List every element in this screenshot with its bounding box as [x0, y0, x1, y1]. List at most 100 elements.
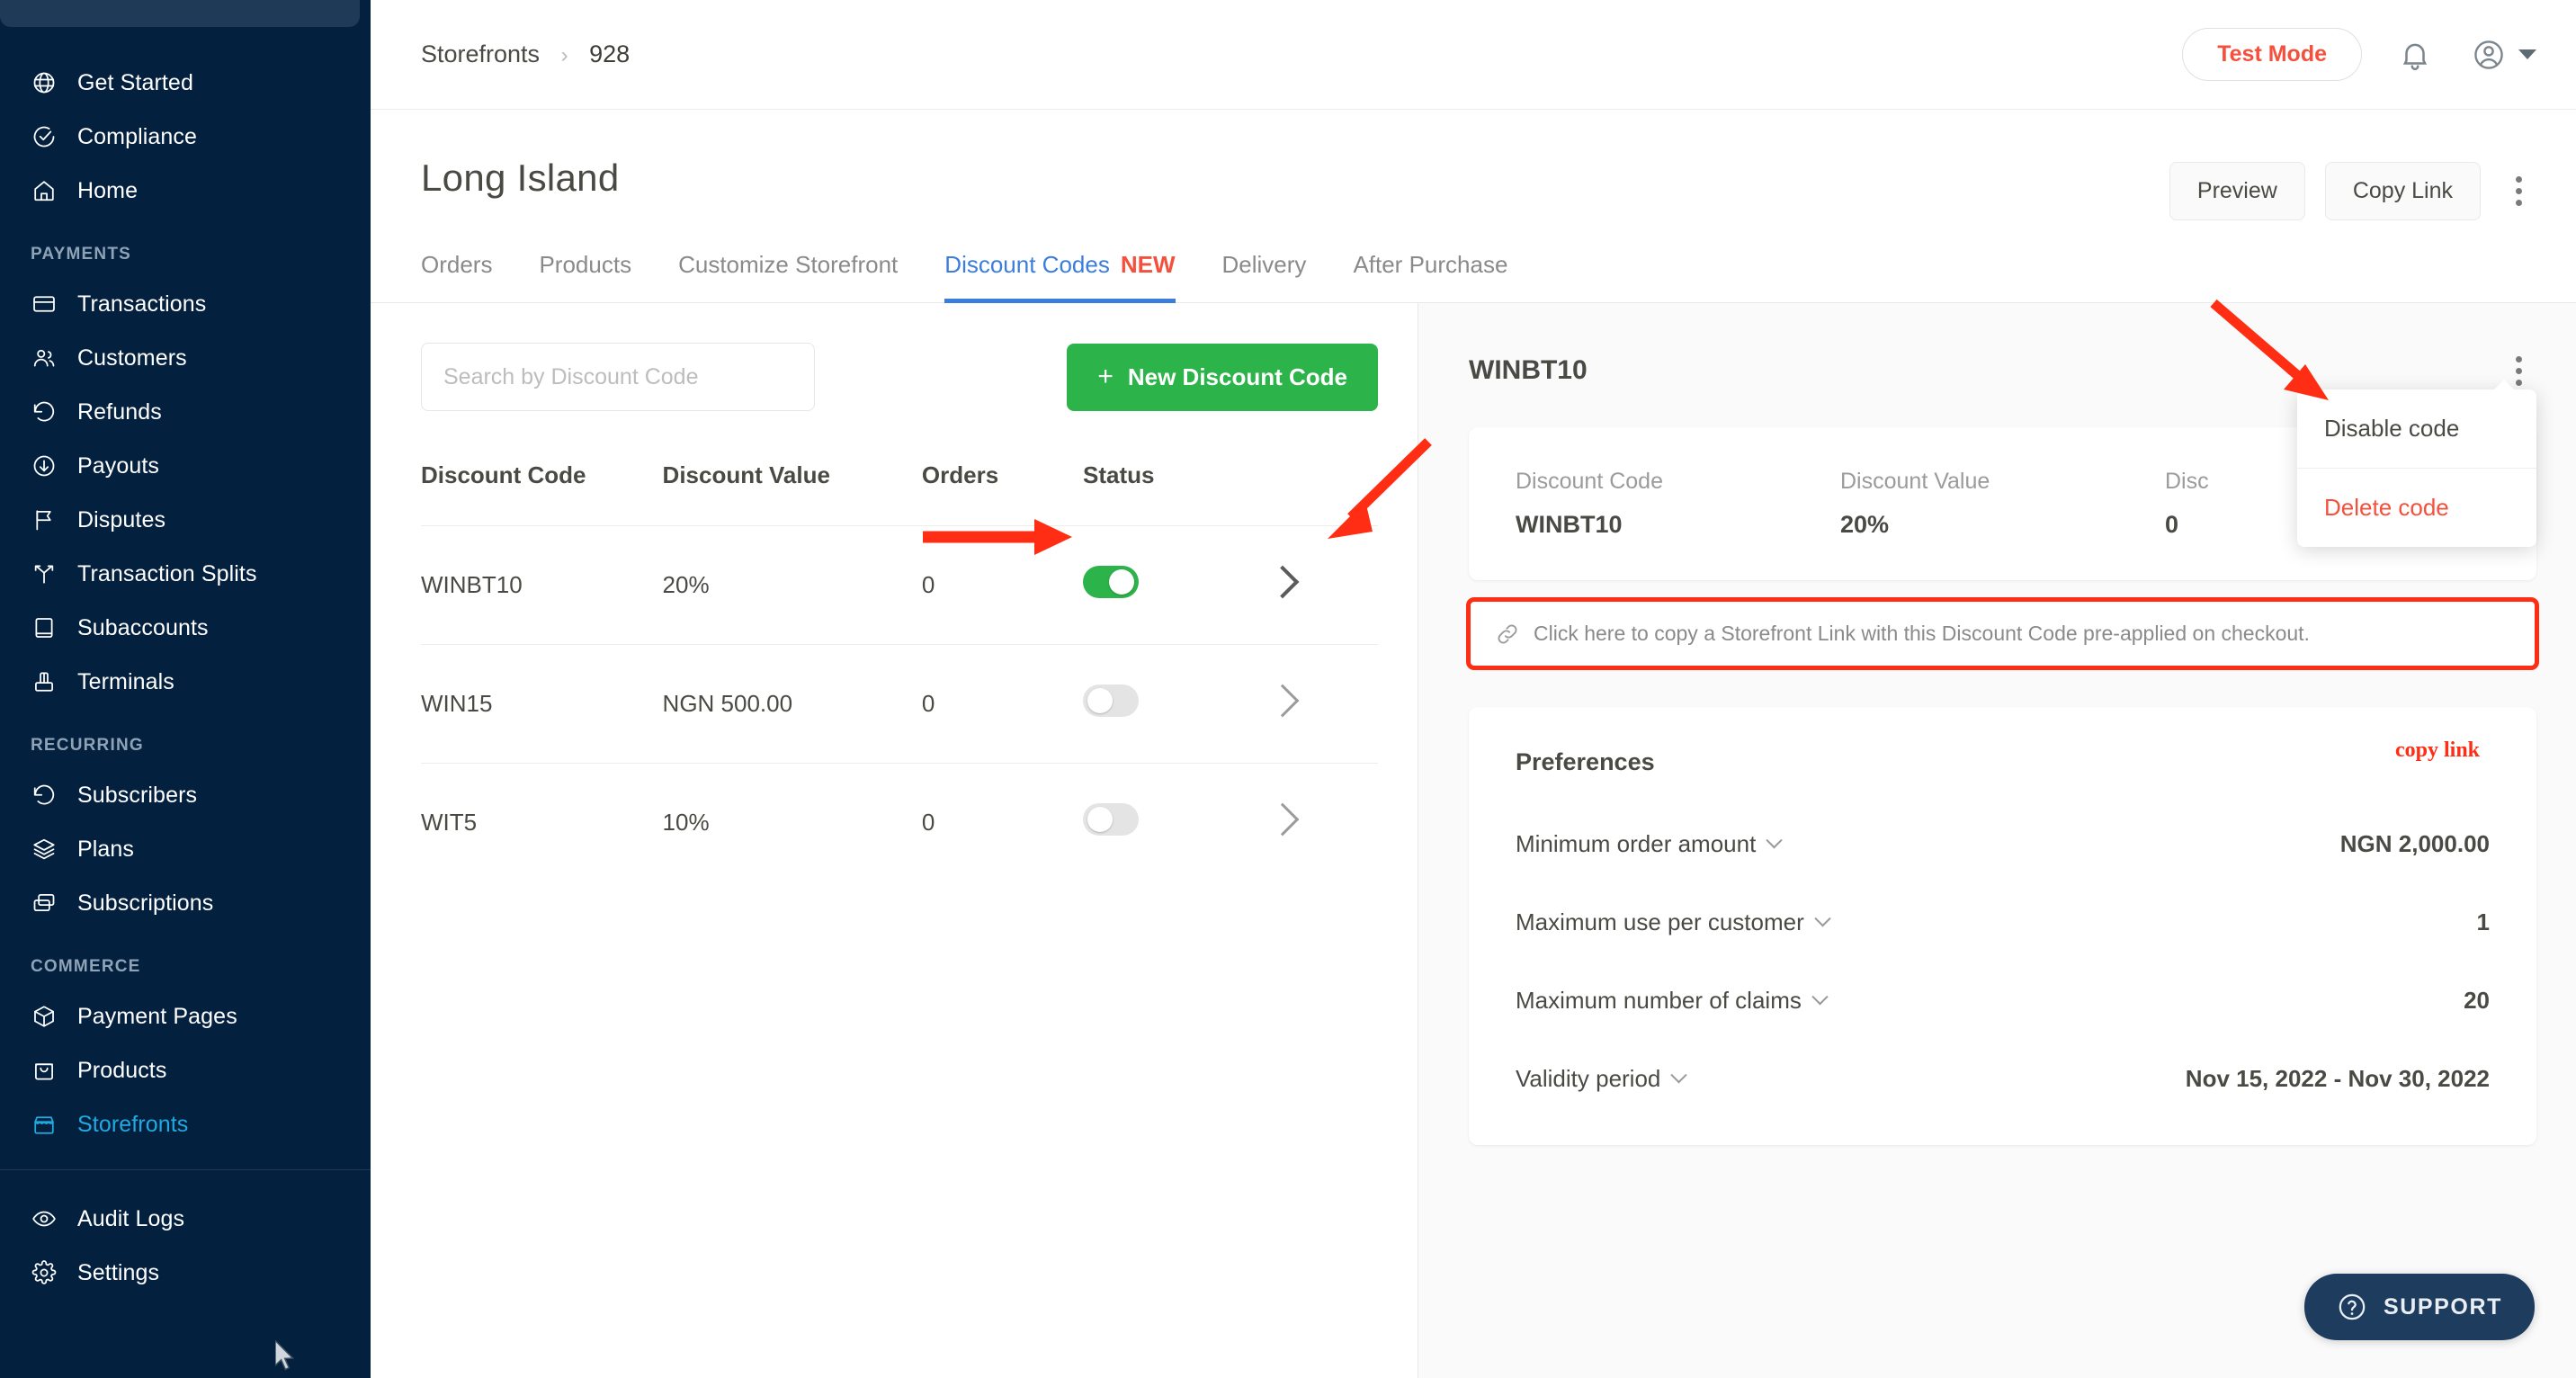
tab-bar: Orders Products Customize Storefront Discou… [371, 251, 2576, 303]
chevron-right-icon[interactable] [1266, 802, 1300, 837]
bell-icon[interactable] [2394, 34, 2436, 76]
user-avatar-icon[interactable] [2468, 34, 2509, 76]
column-header-discount-value: Discount Value [662, 461, 830, 488]
sidebar-item-plans[interactable]: Plans [0, 822, 371, 876]
users-icon [31, 344, 58, 371]
table-header-row: Discount Code Discount Value Orders Stat… [421, 461, 1378, 526]
preference-row-maximum-number-of-claims: Maximum number of claims 20 [1516, 987, 2490, 1015]
menu-item-delete-code[interactable]: Delete code [2297, 468, 2536, 547]
table-row[interactable]: WIN15 NGN 500.00 0 [421, 644, 1378, 764]
sidebar-item-products[interactable]: Products [0, 1043, 371, 1097]
sidebar-item-payment-pages[interactable]: Payment Pages [0, 989, 371, 1043]
payout-icon [31, 452, 58, 479]
sidebar-item-transaction-splits[interactable]: Transaction Splits [0, 547, 371, 601]
cell-discount-code: WIT5 [421, 763, 663, 882]
sidebar-item-label: Storefronts [77, 1111, 189, 1137]
search-input[interactable] [421, 343, 815, 411]
breadcrumb: Storefronts › 928 [421, 40, 630, 68]
status-toggle[interactable] [1083, 566, 1140, 598]
chevron-down-icon[interactable] [1766, 832, 1784, 849]
chevron-down-icon[interactable] [1670, 1067, 1688, 1084]
preview-button[interactable]: Preview [2169, 162, 2305, 220]
chevron-down-icon[interactable] [1811, 989, 1829, 1006]
table-row[interactable]: WIT5 10% 0 [421, 763, 1378, 882]
copy-storefront-link-banner[interactable]: Click here to copy a Storefront Link wit… [1466, 597, 2539, 670]
sidebar-item-subscribers[interactable]: Subscribers [0, 768, 371, 822]
sidebar-item-label: Subscribers [77, 782, 198, 808]
tab-products[interactable]: Products [539, 251, 631, 302]
tab-after-purchase[interactable]: After Purchase [1353, 251, 1507, 302]
check-circle-icon [31, 123, 58, 150]
preference-value: 20 [2464, 987, 2490, 1014]
preferences-title: Preferences [1516, 748, 1655, 775]
breadcrumb-root[interactable]: Storefronts [421, 40, 540, 67]
chevron-down-icon[interactable] [2518, 49, 2536, 59]
sidebar-item-settings[interactable]: Settings [0, 1246, 371, 1300]
table-row[interactable]: WINBT10 20% 0 [421, 525, 1378, 645]
preference-label[interactable]: Validity period [1516, 1065, 1688, 1093]
chevron-right-icon[interactable] [1266, 565, 1300, 599]
preference-label[interactable]: Maximum number of claims [1516, 987, 1829, 1015]
preference-label[interactable]: Maximum use per customer [1516, 908, 1831, 936]
sidebar-item-transactions[interactable]: Transactions [0, 277, 371, 331]
column-header-status: Status [1083, 461, 1155, 488]
sidebar-item-storefronts[interactable]: Storefronts [0, 1097, 371, 1151]
breadcrumb-separator: › [560, 43, 568, 67]
tab-orders[interactable]: Orders [421, 251, 492, 302]
sidebar-item-customers[interactable]: Customers [0, 331, 371, 385]
account-menu[interactable] [2468, 34, 2536, 76]
chevron-right-icon[interactable] [1266, 684, 1300, 718]
status-toggle[interactable] [1083, 685, 1140, 717]
tab-customize-storefront[interactable]: Customize Storefront [678, 251, 898, 302]
tab-discount-codes[interactable]: Discount Codes NEW [944, 251, 1176, 303]
discount-codes-table: Discount Code Discount Value Orders Stat… [421, 461, 1378, 882]
topbar: Storefronts › 928 Test Mode [371, 0, 2576, 110]
discount-code-detail-pane: WINBT10 Discount Code WINBT10 Discount V… [1418, 299, 2576, 1378]
sidebar-item-terminals[interactable]: Terminals [0, 655, 371, 709]
sidebar-item-label: Subaccounts [77, 614, 209, 640]
cell-discount-value: 20% [662, 525, 922, 645]
sidebar-item-label: Compliance [77, 123, 198, 149]
preference-label[interactable]: Minimum order amount [1516, 830, 1784, 858]
sidebar-top-cap [0, 0, 360, 27]
preference-row-maximum-use-per-customer: Maximum use per customer 1 [1516, 908, 2490, 936]
sidebar-item-label: Get Started [77, 69, 193, 95]
new-discount-code-button[interactable]: + New Discount Code [1067, 343, 1378, 411]
cell-discount-code: WIN15 [421, 644, 663, 764]
tab-new-badge: NEW [1120, 251, 1176, 278]
discount-code-list-pane: + New Discount Code Discount Code Discou… [371, 303, 1432, 1378]
tab-label: Products [539, 251, 632, 278]
refund-icon [31, 782, 58, 809]
sidebar-section-label: PAYMENTS [31, 245, 132, 264]
gear-icon [31, 1259, 58, 1286]
column-header-actions [1271, 461, 1378, 526]
sidebar-item-label: Transactions [77, 291, 207, 317]
cell-discount-code: WINBT10 [421, 525, 663, 645]
sidebar-item-label: Products [77, 1057, 167, 1083]
tab-delivery[interactable]: Delivery [1222, 251, 1307, 302]
copy-cards-icon [31, 890, 58, 917]
sidebar-item-subscriptions[interactable]: Subscriptions [0, 876, 371, 930]
column-header-orders: Orders [921, 461, 999, 488]
sidebar-item-subaccounts[interactable]: Subaccounts [0, 601, 371, 655]
sidebar-item-refunds[interactable]: Refunds [0, 385, 371, 439]
status-toggle[interactable] [1083, 803, 1140, 837]
test-mode-badge[interactable]: Test Mode [2182, 28, 2362, 81]
chevron-down-icon[interactable] [1814, 910, 1831, 927]
tab-label: Customize Storefront [678, 251, 899, 278]
content-area: + New Discount Code Discount Code Discou… [371, 299, 2576, 1378]
sidebar-item-audit-logs[interactable]: Audit Logs [0, 1192, 371, 1246]
menu-item-disable-code[interactable]: Disable code [2297, 389, 2536, 468]
sidebar-item-payouts[interactable]: Payouts [0, 439, 371, 493]
sidebar-item-label: Disputes [77, 506, 166, 532]
card-icon [31, 291, 58, 318]
sidebar-item-label: Settings [77, 1259, 160, 1285]
kebab-menu-icon[interactable] [2500, 170, 2536, 213]
copy-link-button[interactable]: Copy Link [2324, 162, 2481, 220]
split-icon [31, 560, 58, 587]
support-button[interactable]: SUPPORT [2303, 1274, 2535, 1340]
sidebar-item-get-started[interactable]: Get Started [0, 56, 371, 110]
sidebar-item-disputes[interactable]: Disputes [0, 493, 371, 547]
sidebar-item-compliance[interactable]: Compliance [0, 110, 371, 164]
sidebar-item-home[interactable]: Home [0, 164, 371, 218]
